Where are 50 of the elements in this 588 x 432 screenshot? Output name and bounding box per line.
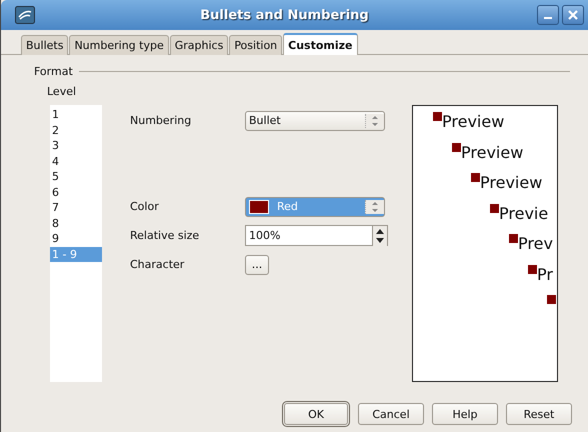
level-item[interactable]: 4 <box>50 154 102 169</box>
tab[interactable]: Bullets <box>21 35 68 55</box>
spin-arrows-icon <box>372 226 387 246</box>
level-item[interactable]: 1 <box>50 107 102 122</box>
numbering-dropdown[interactable]: Bullet <box>245 110 385 130</box>
close-button[interactable] <box>562 5 584 25</box>
dialog-button[interactable]: OK <box>284 403 348 425</box>
up-down-arrows-icon <box>365 114 384 128</box>
preview-text: Prev <box>518 235 553 253</box>
tab[interactable]: Position <box>229 35 282 55</box>
tab[interactable]: Numbering type <box>69 35 169 55</box>
level-item[interactable]: 5 <box>50 169 102 184</box>
level-list[interactable]: 1 2 3 4 5 6 7 8 9 1 - 9 <box>50 105 102 382</box>
bullet-icon <box>433 112 442 121</box>
bullet-icon <box>528 264 537 274</box>
bullet-icon <box>452 142 461 152</box>
level-label: Level <box>47 85 76 98</box>
character-button[interactable]: ... <box>245 254 269 274</box>
dialog-button[interactable]: Help <box>432 403 498 425</box>
level-item[interactable]: 3 <box>50 138 102 154</box>
preview-text: Pr <box>537 266 553 284</box>
close-icon <box>567 9 579 21</box>
minimize-button[interactable] <box>537 5 559 25</box>
level-item[interactable]: 2 <box>50 122 102 138</box>
up-down-arrows-icon <box>365 200 384 214</box>
level-item[interactable]: 7 <box>50 200 102 216</box>
minimize-icon <box>544 17 552 19</box>
tab[interactable]: Customize <box>283 33 358 55</box>
bullet-icon <box>509 234 518 243</box>
relative-size-label: Relative size <box>130 229 200 242</box>
dialog-button[interactable]: Reset <box>506 403 572 425</box>
preview-text: Previe <box>499 204 548 222</box>
level-item[interactable]: 8 <box>50 216 102 231</box>
bullet-icon <box>547 295 556 304</box>
bullet-icon <box>471 173 480 182</box>
window-title: Bullets and Numbering <box>199 8 370 22</box>
color-label: Color <box>130 200 160 213</box>
relative-size-spinbox[interactable]: 100% <box>245 225 388 246</box>
dialog-button[interactable]: Cancel <box>358 403 424 425</box>
preview-text: Preview <box>461 144 524 162</box>
format-heading: Format <box>34 65 73 78</box>
character-label: Character <box>130 258 186 271</box>
level-item[interactable]: 9 <box>50 231 102 246</box>
numbering-label: Numbering <box>130 114 192 127</box>
app-icon <box>15 6 35 24</box>
preview-text: Preview <box>442 113 504 131</box>
bullet-icon <box>490 204 499 212</box>
tab[interactable]: Graphics <box>170 35 228 55</box>
level-item[interactable]: 6 <box>50 184 102 200</box>
preview-text: Preview <box>480 174 542 192</box>
